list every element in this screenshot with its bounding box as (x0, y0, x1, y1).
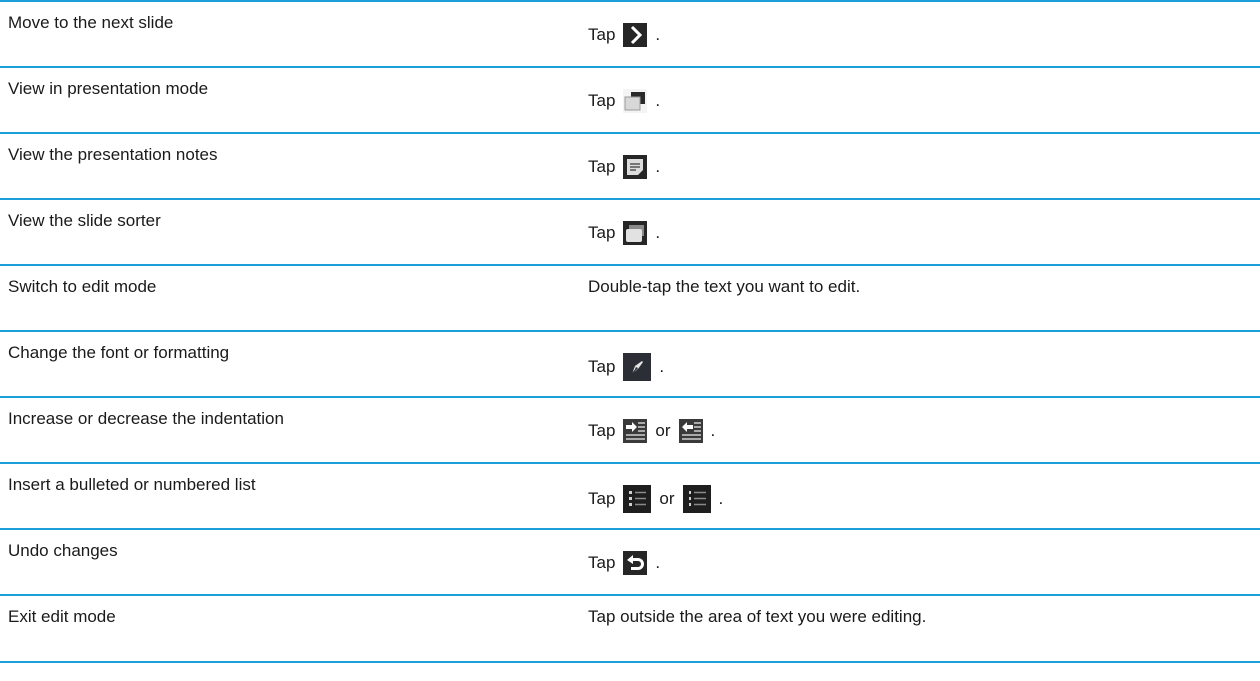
table-row: View in presentation mode Tap . (0, 68, 1260, 134)
table-row: Insert a bulleted or numbered list Tap o… (0, 464, 1260, 530)
table-row: Switch to edit mode Double-tap the text … (0, 266, 1260, 332)
table-row: Undo changes Tap . (0, 530, 1260, 596)
task-cell: View the slide sorter (8, 211, 161, 230)
action-or: or (655, 421, 671, 440)
chevron-right-icon (623, 23, 648, 47)
action-cell: Tap . (588, 530, 1260, 575)
action-prefix: Tap (588, 157, 616, 176)
action-cell: Tap or . (588, 464, 1260, 513)
action-suffix: . (659, 357, 665, 376)
table-row: Move to the next slide Tap . (0, 2, 1260, 68)
action-cell: Tap . (588, 332, 1260, 381)
task-cell: View the presentation notes (8, 145, 218, 164)
action-suffix: . (655, 553, 661, 572)
action-suffix: . (710, 421, 716, 440)
action-cell: Tap . (588, 134, 1260, 179)
action-suffix: . (655, 91, 661, 110)
table-row: Exit edit mode Tap outside the area of t… (0, 596, 1260, 663)
action-cell: Tap . (588, 68, 1260, 113)
action-text: Tap outside the area of text you were ed… (588, 607, 927, 626)
action-prefix: Tap (588, 25, 616, 44)
pen-icon (623, 353, 652, 381)
action-prefix: Tap (588, 421, 616, 440)
presentation-mode-icon (623, 89, 648, 113)
action-suffix: . (718, 489, 724, 508)
task-cell: Insert a bulleted or numbered list (8, 475, 256, 494)
task-cell: Increase or decrease the indentation (8, 409, 284, 428)
action-cell: Tap . (588, 200, 1260, 245)
task-cell: Change the font or formatting (8, 343, 230, 362)
action-suffix: . (655, 157, 661, 176)
action-prefix: Tap (588, 223, 616, 242)
action-suffix: . (655, 25, 661, 44)
notes-icon (623, 155, 648, 179)
action-text: Double-tap the text you want to edit. (588, 277, 861, 296)
slide-sorter-icon (623, 221, 648, 245)
action-prefix: Tap (588, 91, 616, 110)
indent-increase-icon (623, 419, 648, 443)
action-cell: Double-tap the text you want to edit. (588, 266, 1260, 298)
action-prefix: Tap (588, 489, 616, 508)
task-cell: Undo changes (8, 541, 118, 560)
table-row: View the slide sorter Tap . (0, 200, 1260, 266)
action-prefix: Tap (588, 357, 616, 376)
action-or: or (659, 489, 675, 508)
table-row: Change the font or formatting Tap . (0, 332, 1260, 398)
task-cell: View in presentation mode (8, 79, 209, 98)
action-cell: Tap . (588, 2, 1260, 47)
numbered-list-icon (682, 485, 711, 513)
action-suffix: . (655, 223, 661, 242)
undo-icon (623, 551, 648, 575)
task-cell: Exit edit mode (8, 607, 116, 626)
table-row: View the presentation notes Tap . (0, 134, 1260, 200)
table-row: Increase or decrease the indentation Tap… (0, 398, 1260, 464)
task-cell: Move to the next slide (8, 13, 174, 32)
action-prefix: Tap (588, 553, 616, 572)
bulleted-list-icon (623, 485, 652, 513)
action-cell: Tap or . (588, 398, 1260, 443)
instructions-table: Move to the next slide Tap . View in pre… (0, 0, 1260, 663)
action-cell: Tap outside the area of text you were ed… (588, 596, 1260, 628)
indent-decrease-icon (678, 419, 703, 443)
task-cell: Switch to edit mode (8, 277, 157, 296)
